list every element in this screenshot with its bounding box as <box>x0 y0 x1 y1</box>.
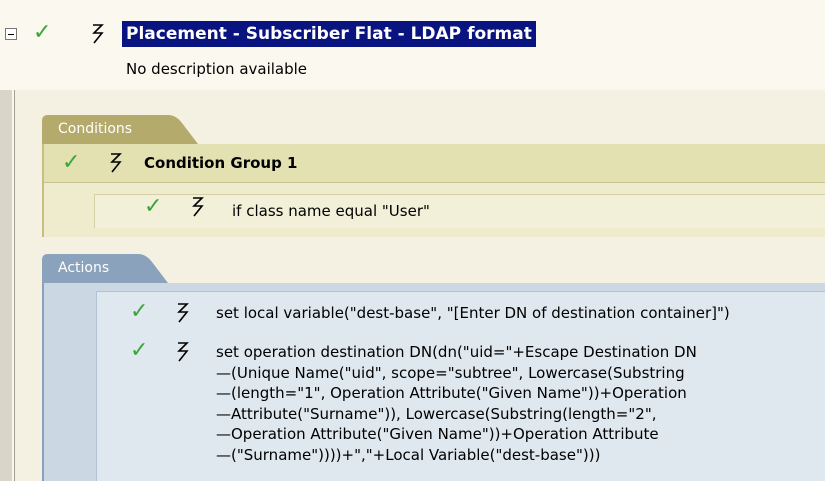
collapse-icon[interactable] <box>5 28 17 40</box>
lightning-icon <box>192 197 204 217</box>
conditions-panel: ✓ Condition Group 1 <box>42 144 825 237</box>
tab-actions-label: Actions <box>58 260 110 276</box>
lightning-icon <box>177 342 189 362</box>
action-line: set local variable("dest-base", "[Enter … <box>216 304 730 322</box>
rule-left-divider <box>14 90 15 481</box>
check-icon: ✓ <box>144 194 163 219</box>
action-line: —(Unique Name("uid", scope="subtree", Lo… <box>216 363 685 382</box>
check-icon: ✓ <box>62 150 81 175</box>
lightning-icon <box>92 24 104 44</box>
tab-conditions[interactable]: Conditions <box>42 115 202 144</box>
rule-left-bar <box>0 90 12 481</box>
action-line: —(length="1", Operation Attribute("Given… <box>216 384 687 402</box>
lightning-icon <box>177 303 189 323</box>
action-line: —("Surname"))))+","+Local Variable("dest… <box>216 445 601 464</box>
tab-actions[interactable]: Actions <box>42 254 172 283</box>
check-icon: ✓ <box>33 20 52 45</box>
condition-text: if class name equal "User" <box>232 202 430 220</box>
action-line: —Operation Attribute("Given Name"))+Oper… <box>216 425 659 443</box>
tab-conditions-label: Conditions <box>58 121 133 137</box>
rule-description: No description available <box>126 60 308 78</box>
check-icon: ✓ <box>130 338 149 363</box>
rule-title[interactable]: Placement - Subscriber Flat - LDAP forma… <box>122 21 536 47</box>
condition-group-row[interactable]: ✓ Condition Group 1 <box>44 144 825 183</box>
action-line: —Attribute("Surname")), Lowercase(Substr… <box>216 404 657 423</box>
action-row-2[interactable]: set operation destination DN(dn("uid="+E… <box>216 342 697 465</box>
lightning-icon <box>110 153 122 173</box>
action-line: set operation destination DN(dn("uid="+E… <box>216 343 697 361</box>
action-row-1[interactable]: set local variable("dest-base", "[Enter … <box>216 303 730 324</box>
check-icon: ✓ <box>130 299 149 324</box>
condition-group-label: Condition Group 1 <box>144 154 298 172</box>
